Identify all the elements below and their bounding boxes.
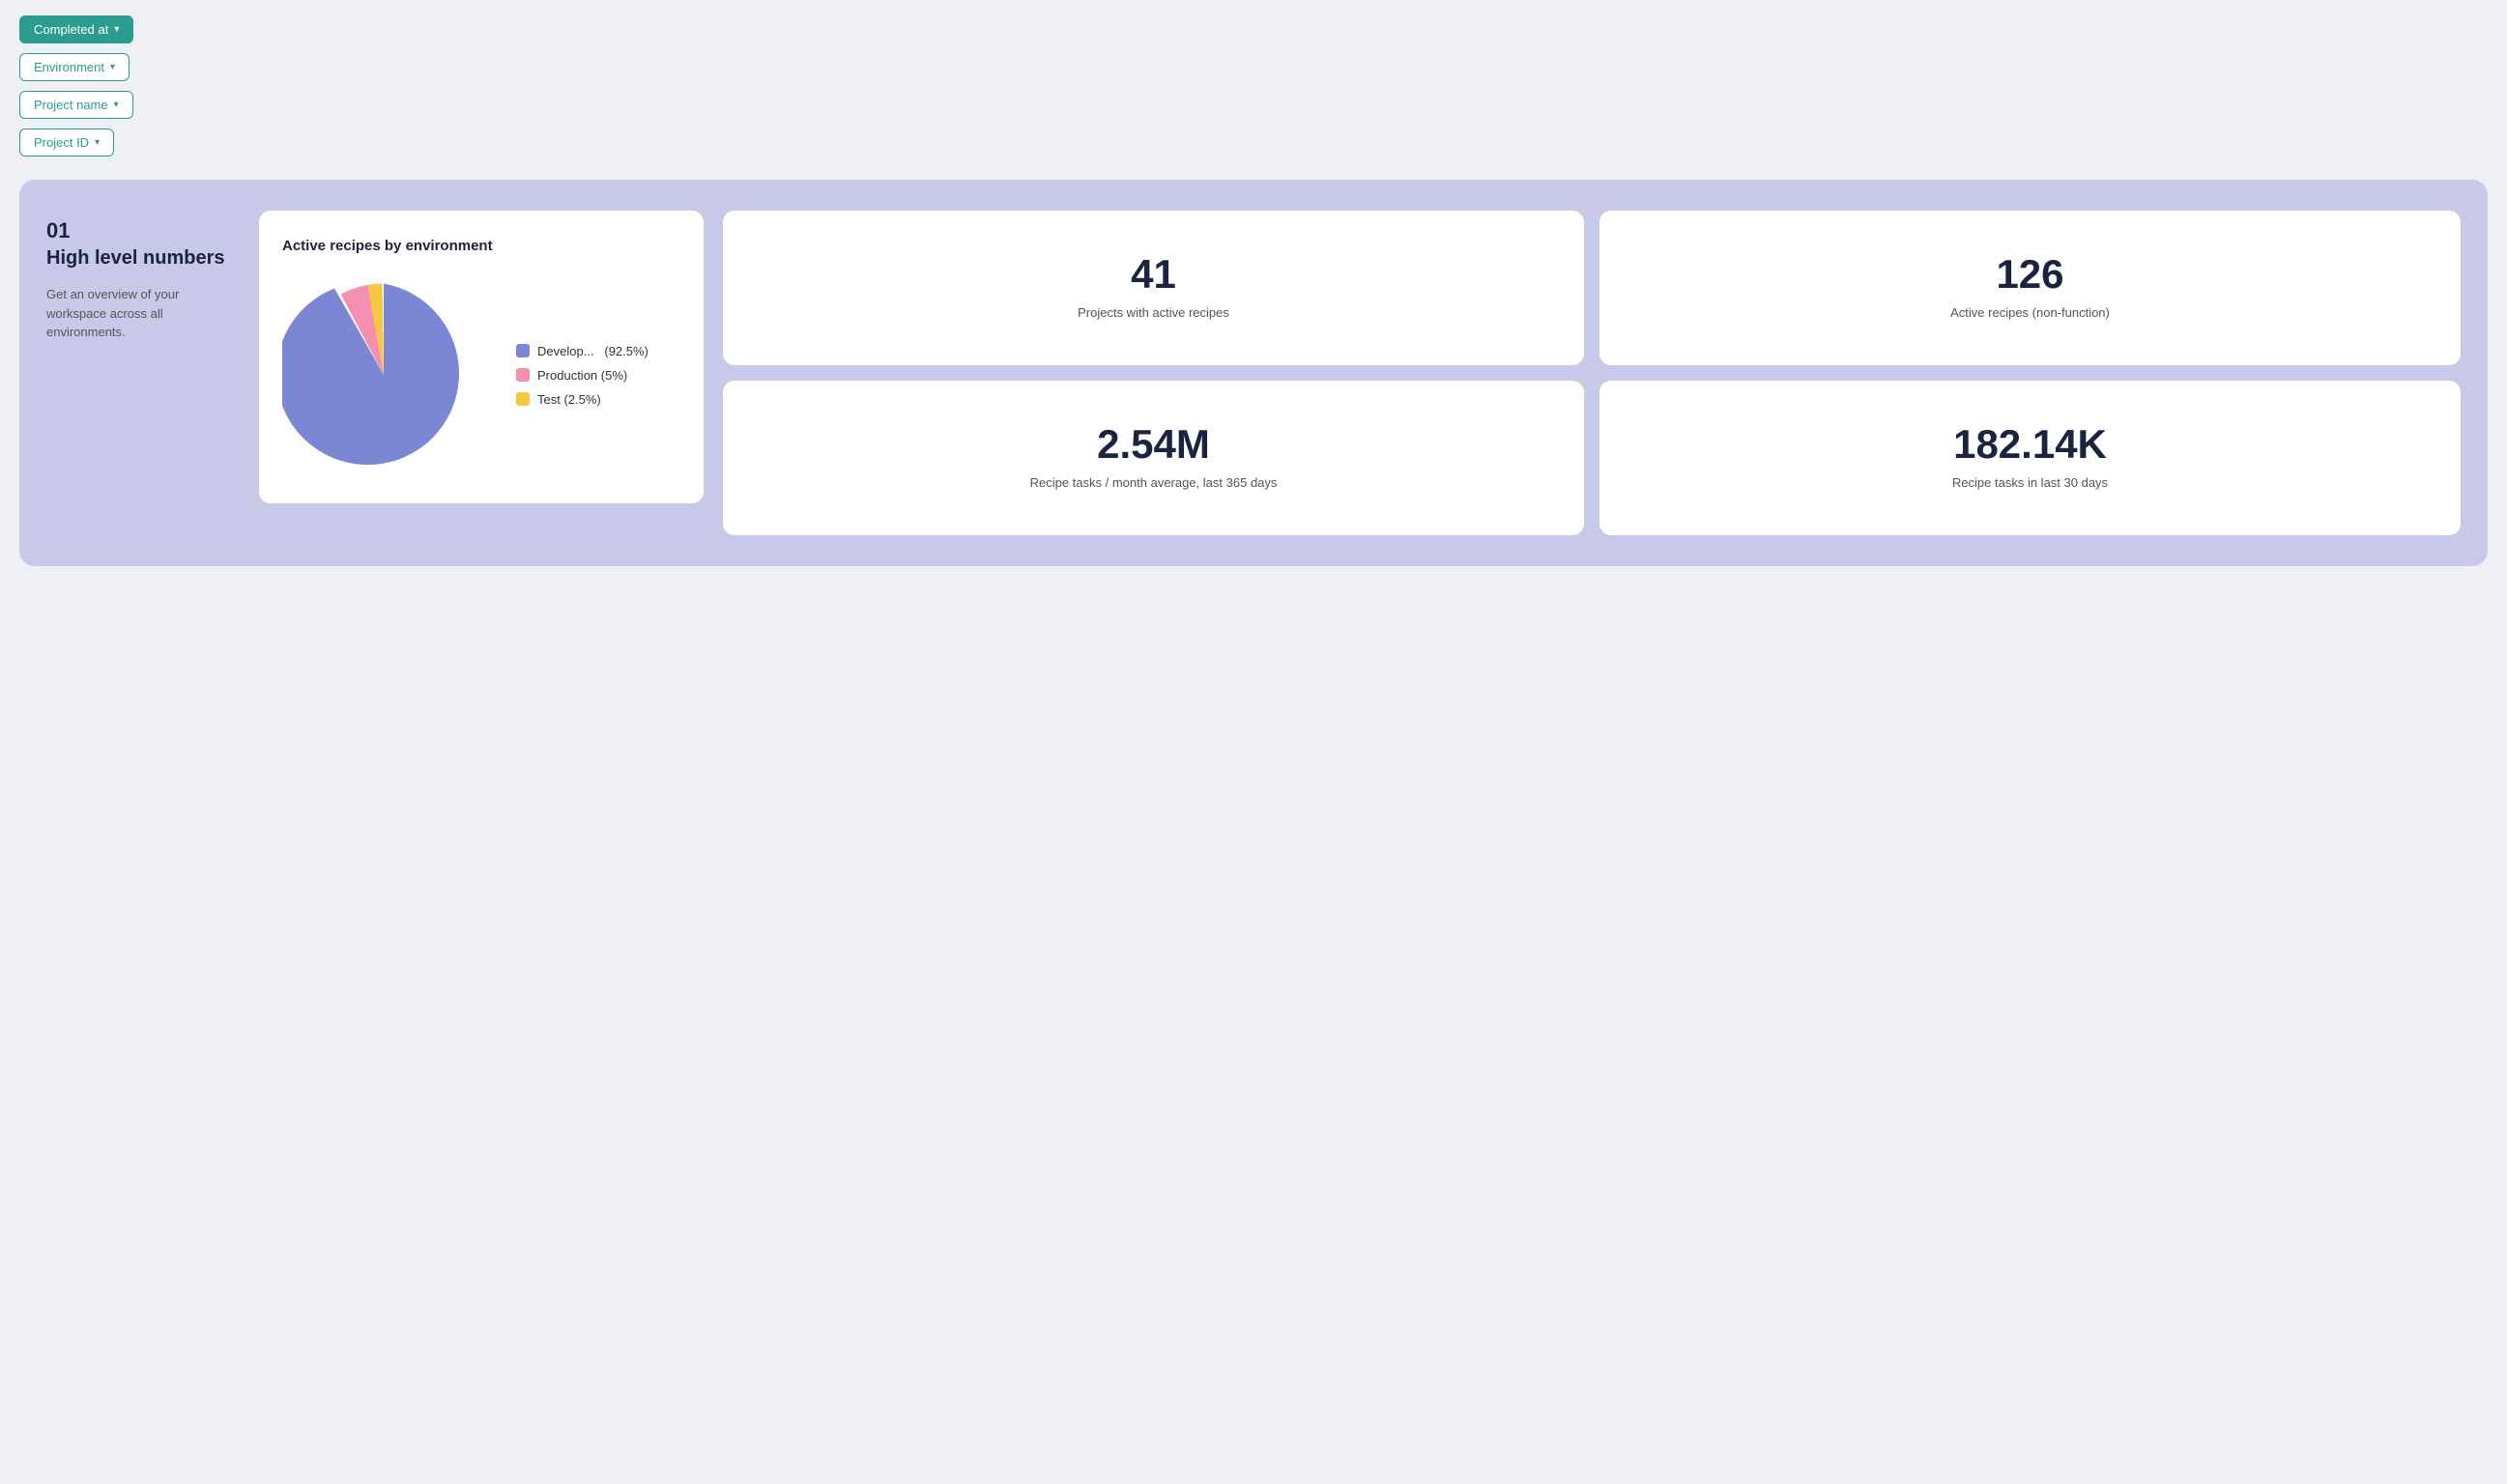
filter-project-id[interactable]: Project ID ▾ <box>19 128 114 157</box>
legend-item-production: Production (5%) <box>516 368 648 383</box>
legend-color-production <box>516 368 530 382</box>
section-header: 01 High level numbers Get an overview of… <box>46 211 240 342</box>
legend-color-test <box>516 392 530 406</box>
chart-legend: Develop... (92.5%) Production (5%) Test … <box>516 344 648 407</box>
chart-content: Develop... (92.5%) Production (5%) Test … <box>282 273 680 476</box>
pie-chart <box>282 273 485 476</box>
stat-label-active-recipes: Active recipes (non-function) <box>1950 304 2110 322</box>
filter-environment[interactable]: Environment ▾ <box>19 53 130 81</box>
stat-card-recipe-tasks-month: 2.54M Recipe tasks / month average, last… <box>723 381 1584 535</box>
legend-item-develop: Develop... (92.5%) <box>516 344 648 358</box>
section-number: 01 <box>46 218 240 243</box>
filter-completed-at-label: Completed at <box>34 22 108 37</box>
chart-card: Active recipes by environment <box>259 211 704 503</box>
stat-value-projects: 41 <box>1131 254 1176 295</box>
chevron-down-icon: ▾ <box>114 24 119 35</box>
stats-grid: 41 Projects with active recipes 126 Acti… <box>723 211 2461 535</box>
stat-label-recipe-tasks-month: Recipe tasks / month average, last 365 d… <box>1030 474 1278 492</box>
chevron-down-icon: ▾ <box>110 62 115 72</box>
filter-project-id-label: Project ID <box>34 135 89 150</box>
pie-chart-svg <box>282 273 485 476</box>
legend-label-production: Production (5%) <box>537 368 627 383</box>
filter-project-name[interactable]: Project name ▾ <box>19 91 133 119</box>
stat-card-active-recipes: 126 Active recipes (non-function) <box>1599 211 2461 365</box>
dashboard-section: 01 High level numbers Get an overview of… <box>19 180 2488 566</box>
stat-label-recipe-tasks-30: Recipe tasks in last 30 days <box>1952 474 2108 492</box>
filter-project-name-label: Project name <box>34 98 108 112</box>
chevron-down-icon: ▾ <box>95 137 100 148</box>
stat-value-recipe-tasks-month: 2.54M <box>1097 424 1210 465</box>
filter-environment-label: Environment <box>34 60 104 74</box>
stat-value-recipe-tasks-30: 182.14K <box>1953 424 2107 465</box>
stat-card-recipe-tasks-30: 182.14K Recipe tasks in last 30 days <box>1599 381 2461 535</box>
legend-label-test: Test (2.5%) <box>537 392 601 407</box>
filter-bar: Completed at ▾ Environment ▾ Project nam… <box>19 15 2488 157</box>
filter-completed-at[interactable]: Completed at ▾ <box>19 15 133 43</box>
chevron-down-icon: ▾ <box>114 100 119 110</box>
stat-value-active-recipes: 126 <box>1996 254 2063 295</box>
chart-title: Active recipes by environment <box>282 238 680 254</box>
section-title: High level numbers <box>46 247 240 270</box>
stat-card-projects: 41 Projects with active recipes <box>723 211 1584 365</box>
legend-label-develop: Develop... (92.5%) <box>537 344 648 358</box>
legend-color-develop <box>516 344 530 357</box>
legend-item-test: Test (2.5%) <box>516 392 648 407</box>
section-description: Get an overview of your workspace across… <box>46 285 240 342</box>
stat-label-projects: Projects with active recipes <box>1078 304 1229 322</box>
